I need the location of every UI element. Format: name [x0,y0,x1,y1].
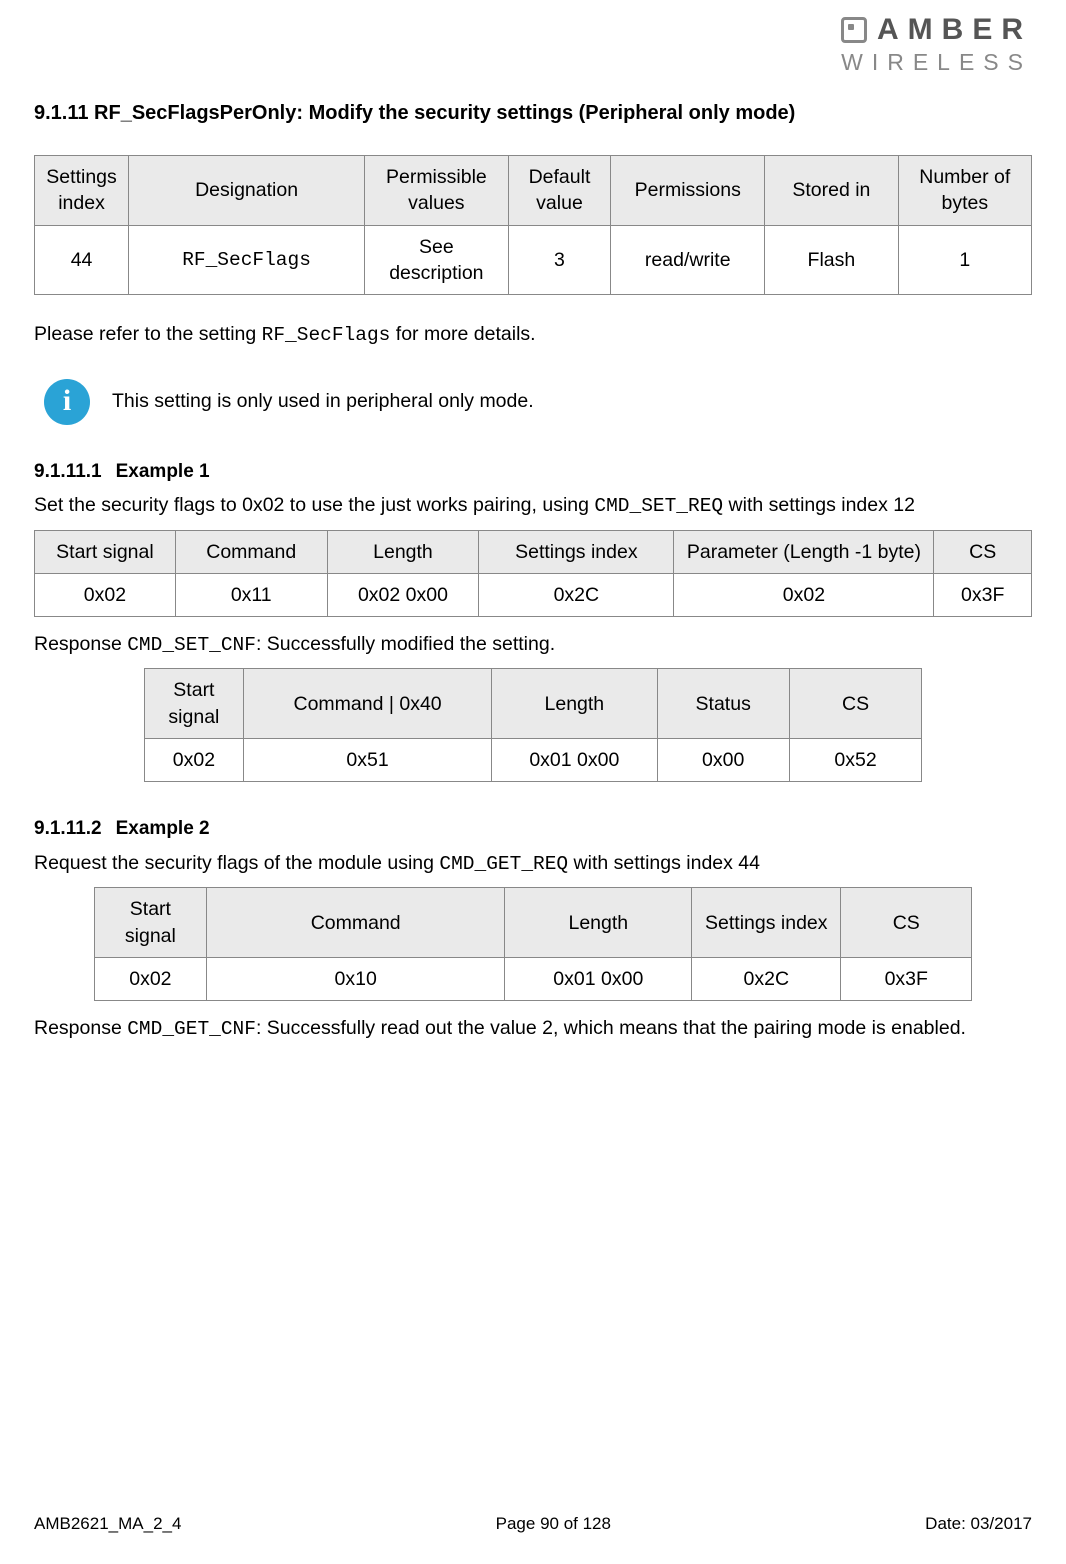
refer-code: RF_SecFlags [262,324,391,346]
example2-response-text: Response CMD_GET_CNF: Successfully read … [34,1015,1032,1042]
example2-heading: 9.1.11.2 Example 2 [34,816,1032,842]
content: 9.1.11 RF_SecFlagsPerOnly: Modify the se… [34,100,1032,1053]
footer-right: Date: 03/2017 [925,1513,1032,1536]
ex1-code: CMD_SET_REQ [594,495,723,517]
example2-num: 9.1.11.2 [34,816,102,842]
th-settings-index: Settings index [35,156,129,226]
th-bytes: Number of bytes [898,156,1031,226]
example1-title: Example 1 [116,461,210,482]
page: AMBER WIRELESS 9.1.11 RF_SecFlagsPerOnly… [0,0,1066,1564]
th: Command | 0x40 [244,669,492,739]
table-row: 0x02 0x10 0x01 0x00 0x2C 0x3F [94,957,971,1000]
cell: 0x02 [94,957,206,1000]
cell: 0x2C [692,957,841,1000]
th: Length [327,530,479,573]
th: Start signal [35,530,176,573]
settings-table: Settings index Designation Permissible v… [34,155,1032,295]
example1-text: Set the security flags to 0x02 to use th… [34,492,1032,519]
logo-line1: AMBER [841,10,1032,51]
th: CS [789,669,921,739]
th-permissions: Permissions [611,156,765,226]
cell: 0x11 [175,573,327,616]
cell: 0x52 [789,739,921,782]
table-header-row: Start signal Command Length Settings ind… [94,888,971,958]
example1-request-table: Start signal Command Length Settings ind… [34,530,1032,618]
ex1-post: with settings index 12 [723,494,915,516]
cell: 0x00 [657,739,789,782]
table-row: 0x02 0x51 0x01 0x00 0x00 0x52 [144,739,921,782]
cell: 0x3F [934,573,1032,616]
cell-permissible: See description [365,225,509,295]
cell: 0x02 0x00 [327,573,479,616]
example1-response-table: Start signal Command | 0x40 Length Statu… [144,668,922,782]
cell: 0x2C [479,573,674,616]
th-designation: Designation [129,156,365,226]
ex2r-code: CMD_GET_CNF [127,1018,256,1040]
ex1r-code: CMD_SET_CNF [127,634,256,656]
cell-designation: RF_SecFlags [129,225,365,295]
info-icon: i [44,379,90,425]
example2-title: Example 2 [116,818,210,839]
info-note: i This setting is only used in periphera… [44,379,1032,425]
refer-post: for more details. [390,323,535,345]
th: Command [175,530,327,573]
example1-heading: 9.1.11.1 Example 1 [34,459,1032,485]
th-stored-in: Stored in [765,156,898,226]
ex2r-post: : Successfully read out the value 2, whi… [256,1017,966,1039]
cell: 0x3F [841,957,972,1000]
table-header-row: Start signal Command Length Settings ind… [35,530,1032,573]
example2-request-table: Start signal Command Length Settings ind… [94,887,972,1001]
logo-text-amber: AMBER [877,10,1032,51]
cell: 0x02 [35,573,176,616]
table-header-row: Settings index Designation Permissible v… [35,156,1032,226]
cell: 0x02 [674,573,934,616]
th-default: Default value [508,156,611,226]
ex1r-pre: Response [34,633,127,655]
page-footer: AMB2621_MA_2_4 Page 90 of 128 Date: 03/2… [34,1513,1032,1536]
table-row: 0x02 0x11 0x02 0x00 0x2C 0x02 0x3F [35,573,1032,616]
th-permissible: Permissible values [365,156,509,226]
cell-default: 3 [508,225,611,295]
cell: 0x02 [144,739,243,782]
ex2-pre: Request the security flags of the module… [34,852,439,874]
cell: 0x01 0x00 [505,957,692,1000]
table-row: 44 RF_SecFlags See description 3 read/wr… [35,225,1032,295]
th: Length [505,888,692,958]
footer-center: Page 90 of 128 [496,1513,611,1536]
th: Start signal [94,888,206,958]
cell-stored: Flash [765,225,898,295]
th: Command [206,888,505,958]
brand-logo: AMBER WIRELESS [841,10,1032,78]
footer-left: AMB2621_MA_2_4 [34,1513,181,1536]
cell: 0x01 0x00 [492,739,657,782]
cell-bytes: 1 [898,225,1031,295]
th: Start signal [144,669,243,739]
th: Settings index [479,530,674,573]
table-header-row: Start signal Command | 0x40 Length Statu… [144,669,921,739]
example1-num: 9.1.11.1 [34,459,102,485]
th: Length [492,669,657,739]
ex1-pre: Set the security flags to 0x02 to use th… [34,494,594,516]
cell: 0x10 [206,957,505,1000]
info-text: This setting is only used in peripheral … [112,388,534,414]
ex2r-pre: Response [34,1017,127,1039]
th: Settings index [692,888,841,958]
ex1r-post: : Successfully modified the setting. [256,633,555,655]
refer-pre: Please refer to the setting [34,323,262,345]
refer-paragraph: Please refer to the setting RF_SecFlags … [34,321,1032,348]
logo-mark-icon [841,17,867,43]
cell: 0x51 [244,739,492,782]
logo-text-wireless: WIRELESS [841,47,1032,78]
th: CS [934,530,1032,573]
example1-response-text: Response CMD_SET_CNF: Successfully modif… [34,631,1032,658]
example2-text: Request the security flags of the module… [34,850,1032,877]
ex2-code: CMD_GET_REQ [439,853,568,875]
th: CS [841,888,972,958]
cell-index: 44 [35,225,129,295]
th: Parameter (Length -1 byte) [674,530,934,573]
th: Status [657,669,789,739]
section-heading: 9.1.11 RF_SecFlagsPerOnly: Modify the se… [34,100,1032,127]
cell-permissions: read/write [611,225,765,295]
ex2-post: with settings index 44 [568,852,760,874]
